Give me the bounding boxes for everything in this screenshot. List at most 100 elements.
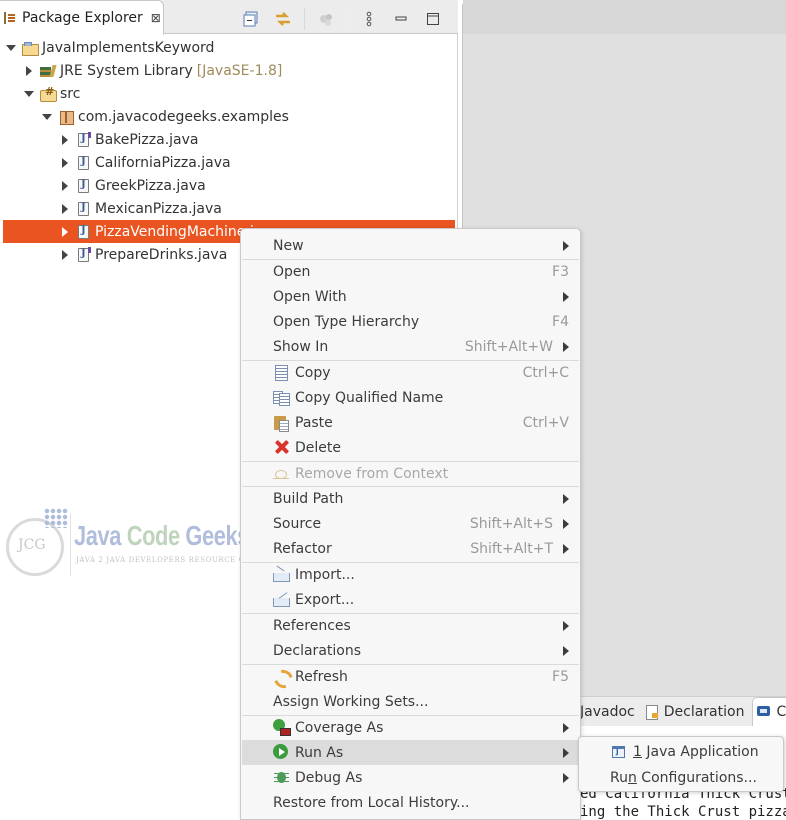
- menu-item-delete[interactable]: Delete: [242, 435, 579, 460]
- toolbar-separator: [347, 8, 348, 30]
- run-as-submenu: 1 Java Application Run Configurations...: [578, 736, 784, 792]
- java-file-icon: [78, 178, 89, 193]
- menu-item-coverage-as[interactable]: Coverage As: [242, 715, 579, 740]
- menu-item-references[interactable]: References: [242, 613, 579, 638]
- tree-item-jre-library[interactable]: JRE System Library [JavaSE-1.8]: [0, 59, 457, 82]
- editor-tab-strip: [463, 0, 786, 34]
- tree-item-file[interactable]: CaliforniaPizza.java: [0, 151, 457, 174]
- submenu-arrow-icon: [563, 519, 569, 529]
- java-application-icon: [612, 746, 625, 758]
- submenu-arrow-icon: [563, 292, 569, 302]
- menu-item-open-with[interactable]: Open With: [242, 284, 579, 309]
- submenu-item-java-application[interactable]: 1 Java Application: [580, 739, 782, 765]
- menu-item-open[interactable]: Open F3: [242, 259, 579, 284]
- menu-item-declarations[interactable]: Declarations: [242, 638, 579, 663]
- watermark-title: Java Code Geeks: [74, 520, 249, 552]
- mnemonic: 1: [633, 744, 642, 760]
- expand-toggle[interactable]: [42, 112, 52, 122]
- tab-label: Javadoc: [580, 703, 635, 720]
- menu-item-assign-working-sets[interactable]: Assign Working Sets...: [242, 689, 579, 714]
- submenu-item-label: Run Configurations...: [610, 770, 757, 786]
- coverage-icon: [273, 719, 291, 736]
- collapse-all-icon[interactable]: [240, 10, 262, 28]
- menu-item-run-as[interactable]: Run As: [242, 740, 579, 765]
- copy-qualified-name-icon: [273, 389, 290, 406]
- submenu-arrow-icon: [563, 773, 569, 783]
- tab-javadoc[interactable]: Javadoc: [578, 697, 637, 727]
- menu-item-show-in[interactable]: Show In Shift+Alt+W: [242, 334, 579, 359]
- menu-item-shortcut: Shift+Alt+T: [470, 540, 553, 557]
- expand-toggle[interactable]: [60, 249, 70, 260]
- expand-toggle[interactable]: [60, 134, 70, 145]
- menu-item-debug-as[interactable]: Debug As: [242, 765, 579, 790]
- tree-item-label: src: [60, 85, 81, 102]
- minimize-icon[interactable]: [390, 10, 412, 28]
- menu-item-copy[interactable]: Copy Ctrl+C: [242, 360, 579, 385]
- menu-item-build-path[interactable]: Build Path: [242, 486, 579, 511]
- menu-item-label: New: [273, 237, 304, 254]
- tree-item-file[interactable]: GreekPizza.java: [0, 174, 457, 197]
- menu-item-import[interactable]: Import...: [242, 562, 579, 587]
- menu-item-new[interactable]: New: [242, 233, 579, 258]
- menu-item-remove-from-context[interactable]: Remove from Context: [242, 461, 579, 486]
- menu-item-restore-from-local-history[interactable]: Restore from Local History...: [242, 790, 579, 815]
- logo-dots-icon: [44, 508, 68, 528]
- close-icon[interactable]: ⊠: [151, 11, 161, 25]
- tree-item-label: BakePizza.java: [95, 131, 199, 148]
- tree-item-label: com.javacodegeeks.examples: [78, 108, 289, 125]
- menu-item-refactor[interactable]: Refactor Shift+Alt+T: [242, 536, 579, 561]
- submenu-arrow-icon: [563, 723, 569, 733]
- tab-package-explorer[interactable]: Package Explorer ⊠: [0, 0, 164, 35]
- menu-item-shortcut: F5: [552, 668, 569, 685]
- expand-toggle[interactable]: [60, 180, 70, 191]
- menu-item-label: Source: [273, 515, 322, 532]
- menu-item-source[interactable]: Source Shift+Alt+S: [242, 511, 579, 536]
- view-menu-icon[interactable]: [358, 10, 380, 28]
- tree-item-file[interactable]: MexicanPizza.java: [0, 197, 457, 220]
- menu-item-refresh[interactable]: Refresh F5: [242, 664, 579, 689]
- tree-item-label: JRE System Library: [60, 62, 193, 79]
- tree-item-label: GreekPizza.java: [95, 177, 206, 194]
- tab-label: Co: [776, 704, 786, 720]
- expand-toggle[interactable]: [60, 203, 70, 214]
- expand-toggle[interactable]: [24, 65, 34, 76]
- submenu-item-run-configurations[interactable]: Run Configurations...: [580, 765, 782, 791]
- export-icon: [273, 591, 290, 607]
- expand-toggle[interactable]: [24, 89, 34, 99]
- tab-console[interactable]: Co: [752, 696, 786, 727]
- menu-item-label: Coverage As: [295, 719, 384, 736]
- menu-item-open-type-hierarchy[interactable]: Open Type Hierarchy F4: [242, 309, 579, 334]
- watermark-code: Code: [126, 520, 180, 551]
- submenu-arrow-icon: [563, 494, 569, 504]
- menu-item-shortcut: Shift+Alt+W: [464, 338, 553, 355]
- debug-icon: [273, 769, 289, 785]
- jcg-initials: JCG: [18, 537, 46, 553]
- tree-item-package[interactable]: com.javacodegeeks.examples: [0, 105, 457, 128]
- tab-declaration[interactable]: Declaration: [643, 697, 747, 727]
- console-icon: [757, 705, 771, 719]
- menu-item-label: Paste: [295, 414, 333, 431]
- menu-item-label: Run As: [295, 744, 344, 761]
- menu-item-copy-qualified-name[interactable]: Copy Qualified Name: [242, 385, 579, 410]
- focus-on-active-task-icon[interactable]: [315, 10, 337, 28]
- submenu-item-label: 1 Java Application: [633, 744, 759, 760]
- menu-item-shortcut: Shift+Alt+S: [469, 515, 553, 532]
- expand-toggle[interactable]: [60, 226, 70, 237]
- expand-toggle[interactable]: [60, 157, 70, 168]
- menu-item-label: Refresh: [295, 668, 348, 685]
- bottom-panel-tabs: Javadoc Declaration Co: [578, 696, 786, 727]
- tree-item-file[interactable]: BakePizza.java: [0, 128, 457, 151]
- maximize-icon[interactable]: [422, 10, 444, 28]
- refresh-icon: [273, 668, 289, 684]
- copy-icon: [273, 364, 289, 381]
- menu-item-paste[interactable]: Paste Ctrl+V: [242, 410, 579, 435]
- menu-item-shortcut: Ctrl+V: [522, 414, 569, 431]
- tree-item-project[interactable]: JavaImplementsKeyword: [0, 36, 457, 59]
- tree-item-src[interactable]: src: [0, 82, 457, 105]
- submenu-arrow-icon: [563, 621, 569, 631]
- project-folder-icon: [22, 40, 39, 56]
- menu-item-export[interactable]: Export...: [242, 587, 579, 612]
- expand-toggle[interactable]: [6, 43, 16, 53]
- link-with-editor-icon[interactable]: [272, 10, 294, 28]
- menu-item-label: Delete: [295, 439, 341, 456]
